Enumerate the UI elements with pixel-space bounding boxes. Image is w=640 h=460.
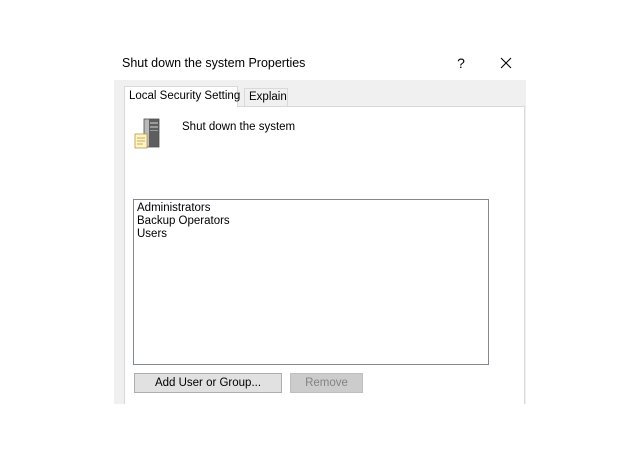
help-button[interactable]: ? bbox=[449, 52, 473, 74]
dialog-title: Shut down the system Properties bbox=[122, 56, 306, 70]
list-item[interactable]: Administrators bbox=[137, 202, 485, 215]
remove-button[interactable]: Remove bbox=[290, 373, 363, 393]
server-policy-icon bbox=[134, 118, 160, 149]
properties-dialog: Shut down the system Properties ? Local … bbox=[108, 46, 526, 404]
policy-name: Shut down the system bbox=[182, 121, 296, 133]
tab-local-security-setting[interactable]: Local Security Setting bbox=[124, 86, 240, 107]
dialog-body: Local Security Setting Explain Shut down… bbox=[114, 80, 526, 404]
tab-explain[interactable]: Explain bbox=[244, 88, 288, 106]
list-item[interactable]: Backup Operators bbox=[137, 215, 485, 228]
close-button[interactable] bbox=[494, 52, 518, 74]
add-user-or-group-button[interactable]: Add User or Group... bbox=[134, 373, 282, 393]
members-listbox[interactable]: Administrators Backup Operators Users bbox=[133, 199, 489, 365]
close-icon bbox=[500, 57, 512, 69]
tab-panel: Shut down the system Administrators Back… bbox=[124, 106, 525, 404]
list-item[interactable]: Users bbox=[137, 228, 485, 241]
